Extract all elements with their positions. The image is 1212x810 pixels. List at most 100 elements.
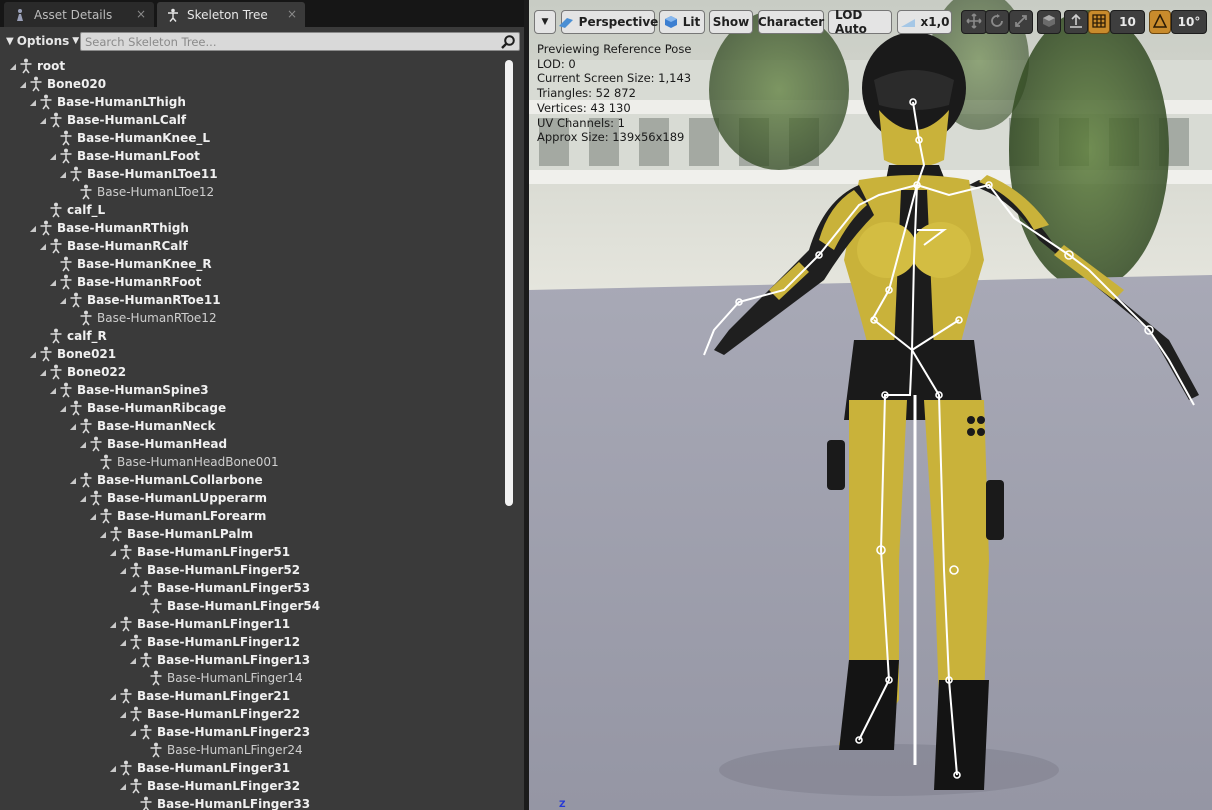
tree-row[interactable]: ◢ Base-HumanLFoot xyxy=(48,147,200,165)
tree-row[interactable]: ◢ Base-HumanLCalf xyxy=(38,111,186,129)
perspective-button[interactable]: Perspective xyxy=(558,10,658,34)
tree-row[interactable]: ◢ Base-HumanLCollarbone xyxy=(68,471,263,489)
tree-row[interactable]: ◢ Base-HumanLPalm xyxy=(98,525,253,543)
tree-row[interactable]: calf_L xyxy=(38,201,105,219)
tree-row[interactable]: ◢ Base-HumanLFinger21 xyxy=(108,687,290,705)
tree-row[interactable]: ◢ Base-HumanRFoot xyxy=(48,273,201,291)
expand-arrow-icon[interactable]: ◢ xyxy=(108,763,118,773)
tree-row[interactable]: ◢ Base-HumanLFinger52 xyxy=(118,561,300,579)
expand-arrow-icon[interactable]: ◢ xyxy=(108,619,118,629)
show-button[interactable]: Show xyxy=(709,10,753,34)
expand-arrow-icon[interactable]: ◢ xyxy=(118,637,128,647)
viewport-menu-button[interactable]: ▼ xyxy=(534,10,556,34)
tree-row[interactable]: ◢ Base-HumanLFinger51 xyxy=(108,543,290,561)
scrollbar-track[interactable] xyxy=(505,60,513,506)
expand-arrow-icon[interactable]: ◢ xyxy=(118,781,128,791)
tree-row[interactable]: ◢ Base-HumanSpine3 xyxy=(48,381,209,399)
lod-button[interactable]: LOD Auto xyxy=(828,8,892,36)
expand-arrow-icon[interactable]: ◢ xyxy=(78,493,88,503)
expand-arrow-icon[interactable]: ◢ xyxy=(48,385,58,395)
close-icon[interactable]: × xyxy=(285,7,299,21)
expand-arrow-icon[interactable]: ◢ xyxy=(28,97,38,107)
grid-size-dropdown[interactable]: 10 xyxy=(1110,10,1145,34)
expand-arrow-icon[interactable]: ◢ xyxy=(58,403,68,413)
surface-snap-button[interactable] xyxy=(1064,10,1088,34)
expand-arrow-icon[interactable]: ◢ xyxy=(68,421,78,431)
expand-arrow-icon[interactable]: ◢ xyxy=(38,115,48,125)
tree-row[interactable]: ◢ Base-HumanLFinger53 xyxy=(128,579,310,597)
expand-arrow-icon[interactable]: ◢ xyxy=(38,367,48,377)
tree-row[interactable]: ◢ Base-HumanLFinger32 xyxy=(118,777,300,795)
expand-arrow-icon[interactable]: ◢ xyxy=(58,169,68,179)
tree-row[interactable]: Base-HumanRToe12 xyxy=(68,309,217,327)
tree-row[interactable]: Base-HumanLFinger33 xyxy=(128,795,310,810)
tree-row[interactable]: ◢ Base-HumanLForearm xyxy=(88,507,266,525)
expand-arrow-icon[interactable]: ◢ xyxy=(108,691,118,701)
tree-row[interactable]: ◢ Base-HumanHead xyxy=(78,435,227,453)
translate-mode-button[interactable] xyxy=(961,10,987,34)
tree-row[interactable]: ◢ Base-HumanLFinger23 xyxy=(128,723,310,741)
expand-arrow-icon[interactable]: ◢ xyxy=(88,511,98,521)
tree-row[interactable]: ◢ Base-HumanLThigh xyxy=(28,93,186,111)
viewport[interactable]: ▼ Perspective Lit Show Character LOD Aut… xyxy=(529,0,1212,810)
playback-speed-button[interactable]: x1,0 xyxy=(897,10,952,34)
tree-row[interactable]: ◢ root xyxy=(8,57,65,75)
tree-row[interactable]: ◢ Base-HumanRibcage xyxy=(58,399,226,417)
expand-arrow-icon[interactable]: ◢ xyxy=(118,565,128,575)
rotation-snap-dropdown[interactable]: 10° xyxy=(1171,10,1207,34)
rotate-mode-button[interactable] xyxy=(985,10,1009,34)
expand-arrow-icon[interactable]: ◢ xyxy=(128,727,138,737)
scale-mode-button[interactable] xyxy=(1009,10,1033,34)
tree-row[interactable]: Base-HumanLFinger14 xyxy=(138,669,303,687)
expand-arrow-icon[interactable]: ◢ xyxy=(108,547,118,557)
options-button[interactable]: ▼ Options ▼ xyxy=(6,32,79,50)
lit-button[interactable]: Lit xyxy=(659,10,705,34)
tab-asset-details[interactable]: Asset Details × xyxy=(4,2,154,27)
tree-row[interactable]: ◢ Bone021 xyxy=(28,345,116,363)
tree-row[interactable]: ◢ Base-HumanRCalf xyxy=(38,237,188,255)
expand-arrow-icon[interactable]: ◢ xyxy=(58,295,68,305)
expand-arrow-icon[interactable]: ◢ xyxy=(98,529,108,539)
tree-row[interactable]: ◢ Base-HumanRToe11 xyxy=(58,291,221,309)
rotation-snap-button[interactable] xyxy=(1149,10,1171,34)
tree-row[interactable]: ◢ Base-HumanNeck xyxy=(68,417,216,435)
tree-row[interactable]: Base-HumanLFinger24 xyxy=(138,741,303,759)
expand-arrow-icon[interactable]: ◢ xyxy=(18,79,28,89)
expand-arrow-icon[interactable]: ◢ xyxy=(48,151,58,161)
expand-arrow-icon[interactable]: ◢ xyxy=(28,223,38,233)
expand-arrow-icon[interactable]: ◢ xyxy=(68,475,78,485)
search-input[interactable] xyxy=(85,34,495,49)
scrollbar-thumb[interactable] xyxy=(505,60,513,506)
tree-row[interactable]: Base-HumanHeadBone001 xyxy=(88,453,279,471)
tree-row[interactable]: ◢ Base-HumanLFinger12 xyxy=(118,633,300,651)
tab-skeleton-tree[interactable]: Skeleton Tree × xyxy=(157,2,305,27)
expand-arrow-icon[interactable]: ◢ xyxy=(48,277,58,287)
tree-row[interactable]: ◢ Base-HumanLUpperarm xyxy=(78,489,267,507)
tree-row[interactable]: ◢ Bone022 xyxy=(38,363,126,381)
tree-row[interactable]: ◢ Bone020 xyxy=(18,75,106,93)
search-icon[interactable] xyxy=(500,34,516,50)
tree-row[interactable]: Base-HumanKnee_L xyxy=(48,129,210,147)
tree-row[interactable]: ◢ Base-HumanRThigh xyxy=(28,219,189,237)
bone-icon xyxy=(38,220,54,236)
expand-arrow-icon[interactable]: ◢ xyxy=(28,349,38,359)
close-icon[interactable]: × xyxy=(134,7,148,21)
expand-arrow-icon[interactable]: ◢ xyxy=(78,439,88,449)
expand-arrow-icon[interactable]: ◢ xyxy=(128,655,138,665)
grid-snap-button[interactable] xyxy=(1088,10,1110,34)
tree-row[interactable]: ◢ Base-HumanLFinger13 xyxy=(128,651,310,669)
expand-arrow-icon[interactable]: ◢ xyxy=(38,241,48,251)
tree-row[interactable]: ◢ Base-HumanLFinger11 xyxy=(108,615,290,633)
expand-arrow-icon[interactable]: ◢ xyxy=(8,61,18,71)
tree-row[interactable]: calf_R xyxy=(38,327,107,345)
coordinate-space-button[interactable] xyxy=(1037,10,1061,34)
tree-row[interactable]: ◢ Base-HumanLFinger22 xyxy=(118,705,300,723)
character-button[interactable]: Character xyxy=(758,10,824,34)
expand-arrow-icon[interactable]: ◢ xyxy=(128,583,138,593)
tree-row[interactable]: Base-HumanLFinger54 xyxy=(138,597,320,615)
tree-row[interactable]: Base-HumanKnee_R xyxy=(48,255,212,273)
tree-row[interactable]: ◢ Base-HumanLToe11 xyxy=(58,165,218,183)
tree-row[interactable]: Base-HumanLToe12 xyxy=(68,183,214,201)
expand-arrow-icon[interactable]: ◢ xyxy=(118,709,128,719)
tree-row[interactable]: ◢ Base-HumanLFinger31 xyxy=(108,759,290,777)
